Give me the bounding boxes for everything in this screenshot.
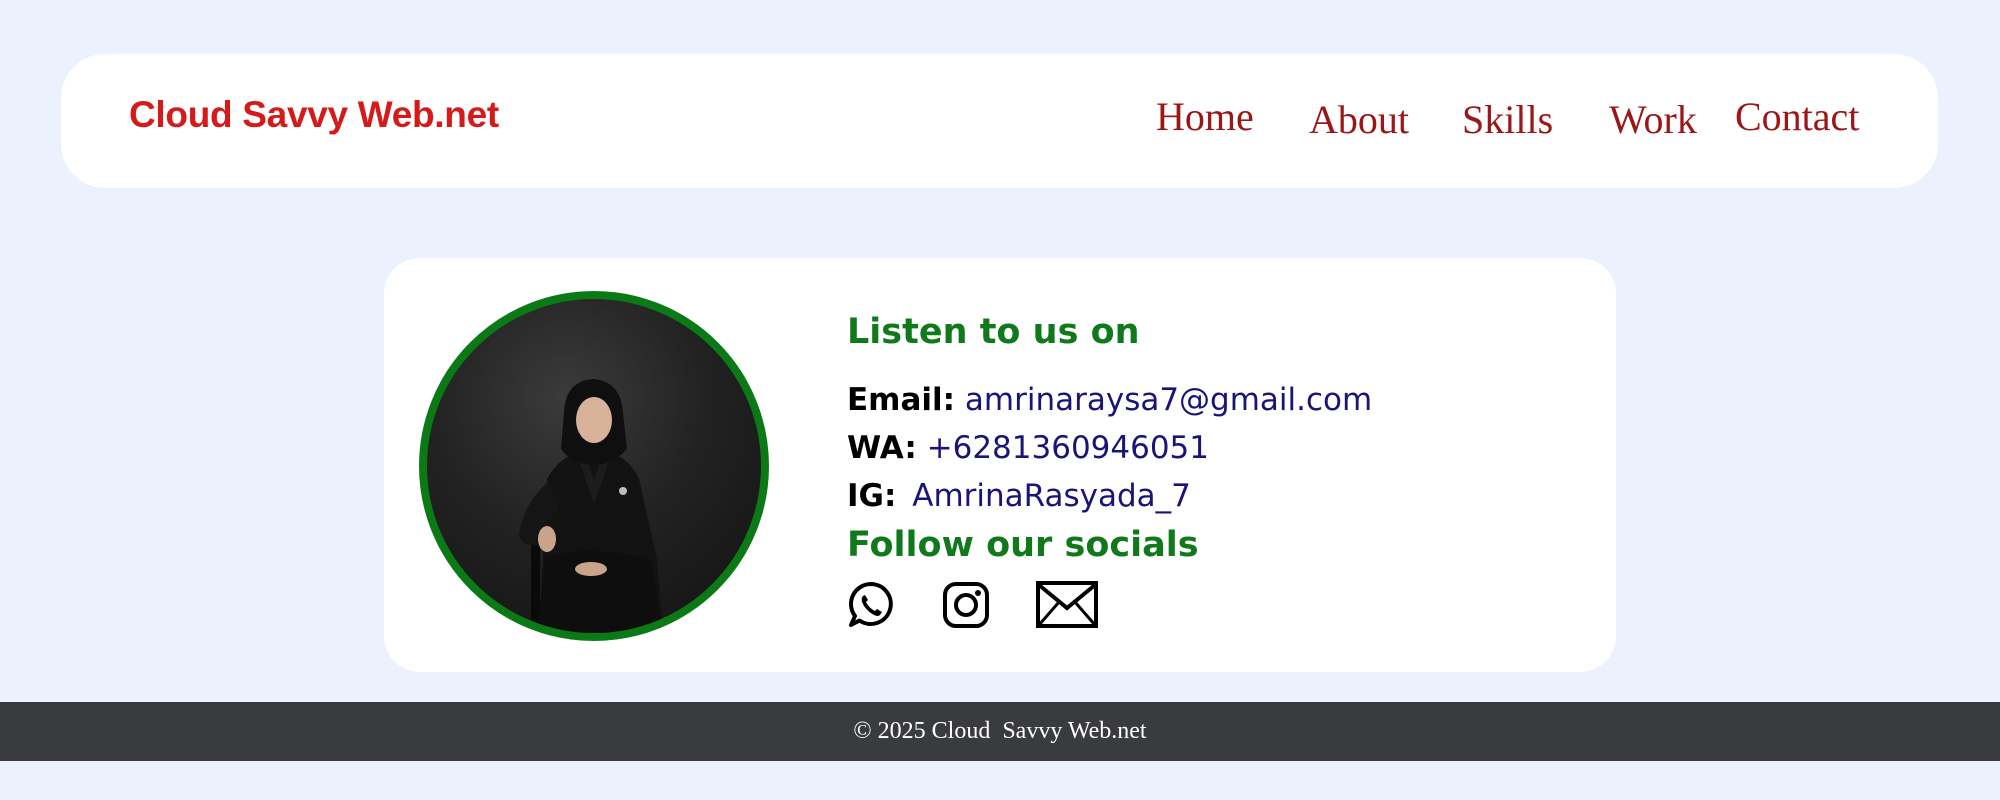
whatsapp-icon[interactable]	[847, 580, 895, 630]
nav-skills-link[interactable]: Skills	[1462, 100, 1553, 140]
instagram-icon[interactable]	[942, 580, 990, 630]
wa-label: WA:	[847, 430, 917, 466]
footer: © 2025 Cloud Savvy Web.net	[0, 702, 2000, 761]
listen-heading: Listen to us on	[847, 312, 1140, 352]
navbar: Cloud Savvy Web.net Home About Skills Wo…	[61, 54, 1938, 188]
ig-label: IG:	[847, 478, 897, 514]
email-label: Email:	[847, 382, 956, 418]
wa-link[interactable]: +6281360946051	[927, 430, 1209, 466]
profile-photo	[419, 291, 769, 641]
email-link[interactable]: amrinaraysa7@gmail.com	[965, 382, 1372, 418]
ig-row: IG: AmrinaRasyada_7	[847, 481, 1191, 512]
nav-work-link[interactable]: Work	[1609, 100, 1697, 140]
wa-row: WA: +6281360946051	[847, 433, 1209, 464]
ig-link[interactable]: AmrinaRasyada_7	[912, 478, 1191, 514]
profile-figure-illustration	[519, 379, 663, 633]
nav-about-link[interactable]: About	[1309, 100, 1409, 140]
nav-contact-link[interactable]: Contact	[1735, 97, 1859, 137]
brand-logo[interactable]: Cloud Savvy Web.net	[129, 96, 499, 133]
mail-icon[interactable]	[1036, 580, 1098, 630]
follow-heading: Follow our socials	[847, 525, 1199, 565]
footer-copyright: © 2025 Cloud Savvy Web.net	[853, 718, 1147, 744]
nav-home-link[interactable]: Home	[1156, 97, 1254, 137]
email-row: Email: amrinaraysa7@gmail.com	[847, 385, 1372, 416]
contact-card: Listen to us on Email: amrinaraysa7@gmai…	[384, 258, 1616, 672]
